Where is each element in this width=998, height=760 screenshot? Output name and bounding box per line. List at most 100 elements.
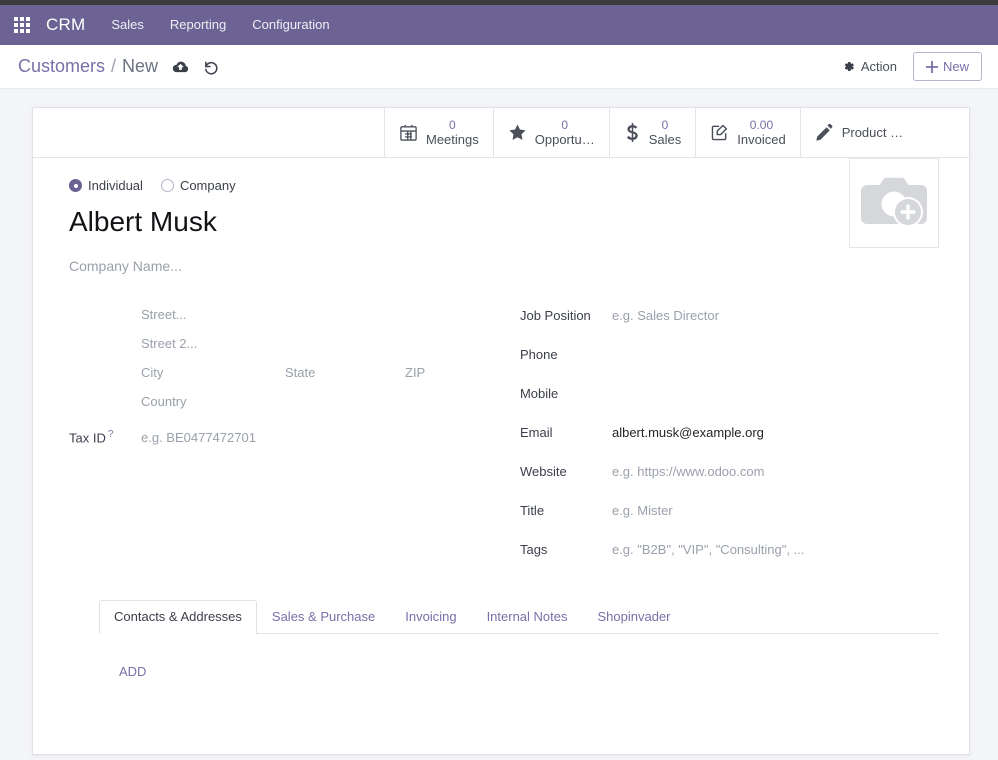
breadcrumb-separator: / — [111, 56, 117, 76]
new-button[interactable]: New — [912, 52, 982, 81]
address-block: Street... Street 2... City State ZIP Cou… — [69, 303, 510, 419]
form-sheet: 0 Meetings 0 Opportu… 0 Sales 0.00 Invoi… — [32, 107, 970, 755]
nav-menu-configuration[interactable]: Configuration — [252, 5, 329, 45]
stat-button-product[interactable]: Product … — [801, 108, 969, 157]
notebook-tabs: Contacts & Addresses Sales & Purchase In… — [99, 599, 939, 634]
input-website[interactable]: e.g. https://www.odoo.com — [612, 459, 764, 481]
stat-button-invoiced[interactable]: 0.00 Invoiced — [696, 108, 801, 157]
action-button-label: Action — [860, 59, 897, 74]
field-row-mobile: Mobile — [520, 381, 939, 410]
field-row-title: Title e.g. Mister — [520, 498, 939, 527]
field-row-phone: Phone — [520, 342, 939, 371]
app-brand-crm[interactable]: CRM — [46, 15, 85, 35]
stat-value-opportunities: 0 — [561, 117, 569, 132]
stat-button-sales[interactable]: 0 Sales — [610, 108, 697, 157]
input-phone[interactable] — [612, 342, 792, 346]
input-title[interactable]: e.g. Mister — [612, 498, 673, 520]
plus-icon — [925, 60, 938, 73]
label-mobile: Mobile — [519, 385, 559, 401]
field-row-email: Email albert.musk@example.org — [520, 420, 939, 449]
radio-individual[interactable]: Individual — [69, 178, 143, 193]
radio-company-label: Company — [179, 178, 236, 193]
label-email: Email — [519, 424, 553, 440]
label-title: Title — [519, 502, 545, 518]
nav-menu-reporting[interactable]: Reporting — [170, 5, 226, 45]
address-city-state-zip-row: City State ZIP — [141, 361, 510, 390]
breadcrumb-current: New — [122, 56, 159, 76]
action-button[interactable]: Action — [840, 55, 899, 78]
label-job-position: Job Position — [519, 307, 591, 323]
address-zip-input[interactable]: ZIP — [405, 365, 425, 386]
help-icon[interactable]: ? — [108, 429, 114, 440]
invoice-pencil-icon — [710, 123, 729, 142]
control-panel: Customers / New Action New — [0, 45, 998, 89]
avatar[interactable] — [849, 158, 939, 248]
gear-icon — [842, 60, 855, 73]
radio-individual-dot — [69, 179, 82, 192]
address-state-input[interactable]: State — [285, 365, 405, 386]
stat-label-invoiced: Invoiced — [737, 131, 786, 147]
top-navbar: CRM Sales Reporting Configuration — [0, 5, 998, 45]
stat-label-meetings: Meetings — [426, 131, 479, 147]
radio-company[interactable]: Company — [160, 178, 236, 193]
form-column-left: Street... Street 2... City State ZIP Cou… — [69, 303, 520, 576]
input-job-position[interactable]: e.g. Sales Director — [612, 303, 719, 325]
undo-icon[interactable] — [203, 60, 219, 75]
tab-pane-contacts-addresses: ADD — [99, 634, 939, 754]
address-country-input[interactable]: Country — [141, 390, 510, 419]
stat-label-opportunities: Opportu… — [534, 131, 595, 147]
form-body: Individual Company Albert Musk Company N… — [33, 158, 969, 754]
company-name-input[interactable]: Company Name... — [69, 255, 939, 277]
pencil-icon — [815, 123, 834, 142]
app-root: CRM Sales Reporting Configuration Custom… — [0, 0, 998, 760]
tab-internal-notes[interactable]: Internal Notes — [472, 600, 583, 634]
star-icon — [508, 123, 527, 142]
tax-id-label: Tax ID? — [69, 425, 141, 445]
stat-box-spacer — [33, 108, 385, 157]
record-name-input[interactable]: Albert Musk — [69, 203, 939, 241]
tax-id-field-row: Tax ID? e.g. BE0477472701 — [69, 425, 510, 447]
calendar-icon — [399, 123, 418, 142]
stat-label-sales: Sales — [648, 131, 682, 147]
input-mobile[interactable] — [612, 381, 792, 385]
add-contact-button[interactable]: ADD — [119, 664, 146, 679]
label-website: Website — [519, 463, 567, 479]
input-email[interactable]: albert.musk@example.org — [612, 420, 764, 442]
nav-menu-sales[interactable]: Sales — [111, 5, 144, 45]
dollar-icon — [624, 123, 641, 142]
tax-id-input[interactable]: e.g. BE0477472701 — [141, 425, 256, 447]
cloud-upload-icon[interactable] — [172, 61, 189, 74]
tab-contacts-addresses[interactable]: Contacts & Addresses — [99, 599, 257, 634]
input-tags[interactable]: e.g. "B2B", "VIP", "Consulting", ... — [612, 537, 804, 559]
radio-individual-label: Individual — [88, 178, 143, 193]
stat-button-meetings[interactable]: 0 Meetings — [385, 108, 494, 157]
new-button-label: New — [942, 59, 969, 74]
stat-label-product: Product … — [841, 125, 904, 140]
stat-button-box: 0 Meetings 0 Opportu… 0 Sales 0.00 Invoi… — [33, 108, 969, 158]
label-phone: Phone — [519, 346, 558, 362]
sheet-wrapper: 0 Meetings 0 Opportu… 0 Sales 0.00 Invoi… — [0, 89, 998, 760]
field-row-job-position: Job Position e.g. Sales Director — [520, 303, 939, 332]
tab-shopinvader[interactable]: Shopinvader — [583, 600, 686, 634]
notebook: Contacts & Addresses Sales & Purchase In… — [69, 599, 939, 754]
form-columns: Street... Street 2... City State ZIP Cou… — [69, 303, 939, 576]
breadcrumb-customers[interactable]: Customers — [18, 56, 105, 77]
address-city-input[interactable]: City — [141, 365, 285, 386]
stat-value-sales: 0 — [661, 117, 669, 132]
tab-sales-purchase[interactable]: Sales & Purchase — [257, 600, 390, 634]
apps-grid-icon[interactable] — [12, 15, 32, 35]
camera-add-icon — [861, 174, 927, 233]
stat-button-opportunities[interactable]: 0 Opportu… — [494, 108, 610, 157]
tab-invoicing[interactable]: Invoicing — [390, 600, 471, 634]
partner-type-radio-group: Individual Company — [69, 178, 939, 193]
field-row-tags: Tags e.g. "B2B", "VIP", "Consulting", ..… — [520, 537, 939, 566]
form-column-right: Job Position e.g. Sales Director Phone M… — [520, 303, 939, 576]
control-panel-actions: Action New — [840, 52, 982, 81]
address-street2-input[interactable]: Street 2... — [141, 332, 510, 361]
field-row-website: Website e.g. https://www.odoo.com — [520, 459, 939, 488]
stat-value-meetings: 0 — [449, 117, 456, 132]
stat-value-invoiced: 0.00 — [749, 117, 774, 132]
address-street-input[interactable]: Street... — [141, 303, 510, 332]
breadcrumb: Customers / New — [18, 56, 158, 77]
radio-company-dot — [160, 179, 174, 192]
